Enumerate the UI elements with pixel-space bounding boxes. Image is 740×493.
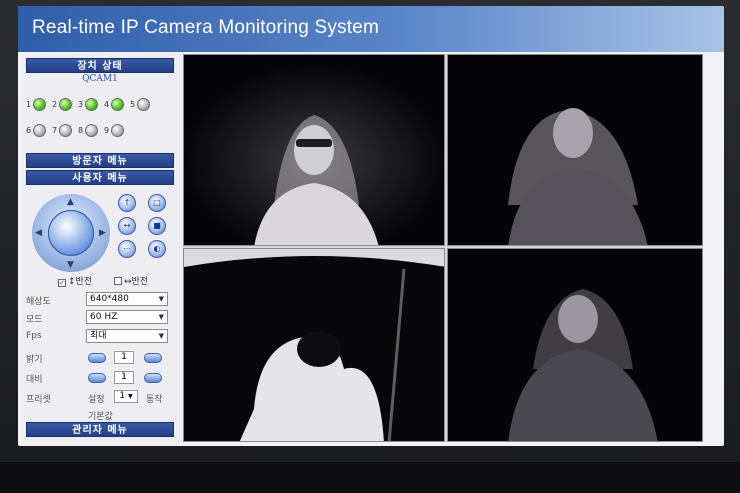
fps-label: Fps (26, 331, 42, 341)
flip-horizontal-checkbox[interactable]: ↔반전 (114, 274, 148, 287)
brightness-label: 밝기 (26, 355, 43, 365)
status-led-icon (59, 98, 72, 111)
chevron-down-icon: ▼ (127, 393, 133, 400)
checkbox-unchecked-icon[interactable] (114, 277, 122, 285)
chevron-down-icon: ▼ (158, 332, 164, 340)
preset-value: 1 (119, 391, 126, 401)
device-led-number: 7 (52, 126, 58, 135)
status-led-icon (137, 98, 150, 111)
ptz-joystick-icon[interactable]: ▲ ▼ ◀ ▶ (32, 194, 110, 272)
device-led-9[interactable]: 9 (104, 124, 130, 138)
fps-value: 최대 (90, 331, 107, 341)
pan-up-icon[interactable]: ▲ (67, 197, 74, 207)
brightness-input[interactable]: 1 (114, 351, 134, 364)
chevron-down-icon: ▼ (158, 313, 164, 321)
pan-left-icon[interactable]: ◀ (35, 228, 42, 238)
chevron-down-icon: ▼ (158, 295, 164, 303)
status-led-icon (33, 98, 46, 111)
contrast-label: 대비 (26, 375, 43, 385)
record-icon[interactable]: ◐ (148, 240, 166, 258)
flip-horizontal-label: ↔반전 (124, 277, 149, 287)
device-led-number: 4 (104, 100, 110, 109)
device-led-number: 8 (78, 126, 84, 135)
device-led-1[interactable]: 1 (26, 98, 52, 112)
camera-view-2[interactable] (447, 54, 703, 246)
device-led-8[interactable]: 8 (78, 124, 104, 138)
contrast-input[interactable]: 1 (114, 371, 134, 384)
mode-label: 모드 (26, 315, 43, 325)
visitor-menu-header[interactable]: 방문자 메뉴 (26, 153, 174, 168)
zoom-out-icon[interactable]: □ (148, 194, 166, 212)
device-name: QCAM1 (82, 74, 118, 84)
device-led-number: 1 (26, 100, 32, 109)
resolution-value: 640*480 (90, 294, 129, 304)
monitor-screen: Real-time IP Camera Monitoring System 장치… (0, 0, 740, 493)
mode-select[interactable]: 60 HZ ▼ (86, 310, 168, 324)
default-button[interactable]: 기본값 (88, 409, 113, 422)
device-led-2[interactable]: 2 (52, 98, 78, 112)
mode-value: 60 HZ (90, 312, 118, 322)
flip-vertical-checkbox[interactable]: ✓ ↕반전 (58, 274, 92, 287)
focus-far-icon[interactable]: ■ (148, 217, 166, 235)
device-led-number: 2 (52, 100, 58, 109)
brightness-increase-button[interactable] (144, 353, 162, 363)
device-led-number: 5 (130, 100, 136, 109)
app-window: Real-time IP Camera Monitoring System 장치… (18, 6, 724, 446)
admin-menu-header[interactable]: 관리자 메뉴 (26, 422, 174, 437)
app-title: Real-time IP Camera Monitoring System (32, 17, 380, 38)
brightness-decrease-button[interactable] (88, 353, 106, 363)
camera-grid (183, 54, 703, 442)
ptz-center-knob[interactable] (48, 210, 94, 256)
pan-down-icon[interactable]: ▼ (67, 260, 74, 270)
zoom-in-icon[interactable]: ↑ (118, 194, 136, 212)
device-led-number: 9 (104, 126, 110, 135)
fps-select[interactable]: 최대 ▼ (86, 329, 168, 343)
preset-action-button[interactable]: 동작 (146, 392, 163, 405)
device-led-7[interactable]: 7 (52, 124, 78, 138)
camera-feed-image (448, 55, 702, 245)
checkbox-checked-icon[interactable]: ✓ (58, 279, 66, 287)
status-led-icon (59, 124, 72, 137)
preset-label: 프리셋 (26, 395, 51, 405)
device-led-5[interactable]: 5 (130, 98, 156, 112)
preset-set-button[interactable]: 설정 (88, 392, 105, 405)
device-status-header: 장치 상태 (26, 58, 174, 73)
camera-view-1[interactable] (183, 54, 445, 246)
camera-feed-image (184, 55, 444, 245)
iris-icon[interactable]: ⋯ (118, 240, 136, 258)
flip-vertical-label: ↕반전 (68, 277, 93, 287)
control-sidebar: 장치 상태 QCAM1 1 2 3 4 5 6 7 8 9 방문자 메뉴 사용자 메뉴 ▲ ▼ … (22, 54, 186, 442)
camera-feed-image (448, 249, 702, 441)
resolution-label: 해상도 (26, 297, 51, 307)
status-led-icon (111, 124, 124, 137)
pan-right-icon[interactable]: ▶ (99, 228, 106, 238)
preset-select[interactable]: 1 ▼ (114, 390, 138, 403)
device-led-number: 6 (26, 126, 32, 135)
camera-view-4[interactable] (447, 248, 703, 442)
status-led-icon (111, 98, 124, 111)
device-led-4[interactable]: 4 (104, 98, 130, 112)
device-led-number: 3 (78, 100, 84, 109)
contrast-increase-button[interactable] (144, 373, 162, 383)
status-led-icon (85, 124, 98, 137)
device-led-6[interactable]: 6 (26, 124, 52, 138)
app-header: Real-time IP Camera Monitoring System (18, 6, 724, 52)
user-menu-header[interactable]: 사용자 메뉴 (26, 170, 174, 185)
status-led-icon (85, 98, 98, 111)
device-led-3[interactable]: 3 (78, 98, 104, 112)
camera-view-3[interactable] (183, 248, 445, 442)
focus-near-icon[interactable]: ↔ (118, 217, 136, 235)
contrast-decrease-button[interactable] (88, 373, 106, 383)
status-led-icon (33, 124, 46, 137)
monitor-bezel (0, 462, 740, 493)
camera-feed-image (184, 249, 444, 441)
resolution-select[interactable]: 640*480 ▼ (86, 292, 168, 306)
